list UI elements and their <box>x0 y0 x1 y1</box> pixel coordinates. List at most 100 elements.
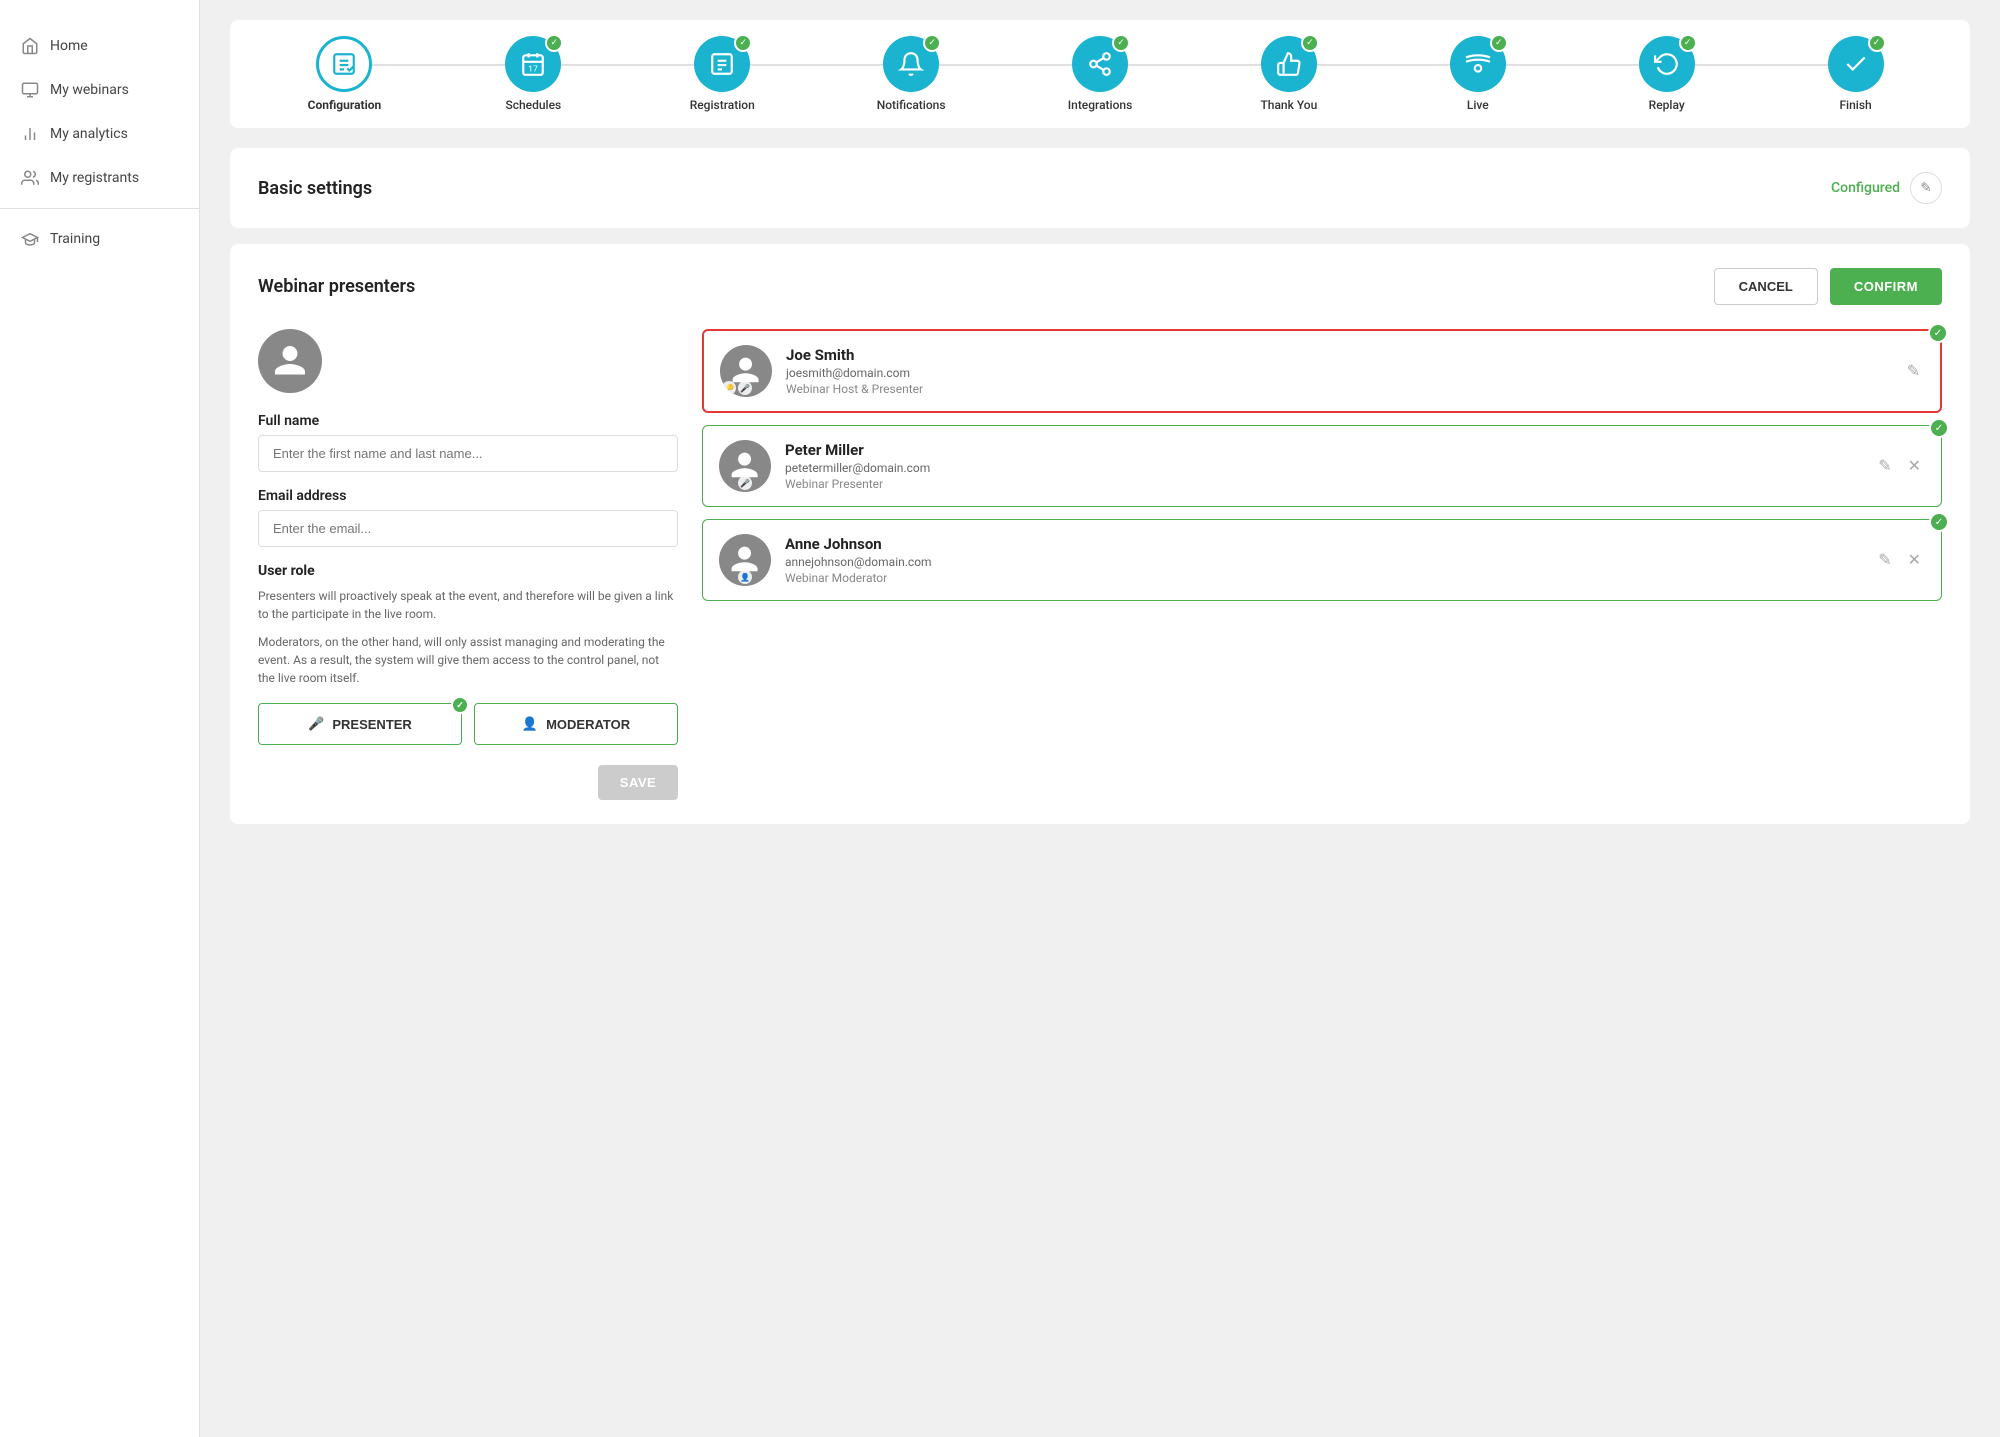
peter-info: Peter Miller petetermiller@domain.com We… <box>785 441 1860 491</box>
step-configuration[interactable]: Configuration <box>250 36 439 112</box>
presenter-role-button[interactable]: 🎤 PRESENTER ✓ <box>258 703 462 745</box>
role-buttons: 🎤 PRESENTER ✓ 👤 MODERATOR <box>258 703 678 745</box>
home-icon <box>20 36 40 56</box>
step-finish[interactable]: ✓ Finish <box>1761 36 1950 112</box>
step-replay[interactable]: ✓ Replay <box>1572 36 1761 112</box>
anne-remove-button[interactable]: ✕ <box>1904 546 1925 574</box>
step-check-schedules: ✓ <box>545 34 563 52</box>
basic-settings-edit-button[interactable]: ✎ <box>1910 172 1942 204</box>
step-live[interactable]: ✓ Live <box>1383 36 1572 112</box>
presenter-form: Full name Email address User role Presen… <box>258 329 678 800</box>
presenter-card-peter[interactable]: 🎤 Peter Miller petetermiller@domain.com … <box>702 425 1942 507</box>
sidebar-item-training[interactable]: Training <box>0 217 199 261</box>
step-circle-replay: ✓ <box>1639 36 1695 92</box>
presenter-btn-label: PRESENTER <box>332 717 411 732</box>
joe-actions: ✎ <box>1903 357 1924 385</box>
step-circle-integrations: ✓ <box>1072 36 1128 92</box>
sidebar-label-training: Training <box>50 231 100 247</box>
step-circle-registration: ✓ <box>694 36 750 92</box>
step-registration[interactable]: ✓ Registration <box>628 36 817 112</box>
email-input[interactable] <box>258 510 678 547</box>
peter-edit-button[interactable]: ✎ <box>1874 452 1895 480</box>
step-label-replay: Replay <box>1649 98 1685 112</box>
cancel-button[interactable]: CANCEL <box>1714 268 1818 305</box>
basic-settings-title: Basic settings <box>258 178 372 199</box>
anne-edit-button[interactable]: ✎ <box>1874 546 1895 574</box>
basic-settings-card: Basic settings Configured ✎ <box>230 148 1970 228</box>
step-label-notifications: Notifications <box>877 98 946 112</box>
step-schedules[interactable]: 17 ✓ Schedules <box>439 36 628 112</box>
full-name-label: Full name <box>258 413 678 429</box>
presenter-list: 🔑 🎤 Joe Smith joesmith@domain.com Webina… <box>702 329 1942 800</box>
presenter-card-anne[interactable]: 👤 Anne Johnson annejohnson@domain.com We… <box>702 519 1942 601</box>
analytics-icon <box>20 124 40 144</box>
user-role-title: User role <box>258 563 678 579</box>
configured-badge: Configured ✎ <box>1831 172 1942 204</box>
anne-info: Anne Johnson annejohnson@domain.com Webi… <box>785 535 1860 585</box>
sidebar-divider <box>0 208 199 209</box>
moderator-role-button[interactable]: 👤 MODERATOR <box>474 703 678 745</box>
step-circle-schedules: 17 ✓ <box>505 36 561 92</box>
user-role-group: User role Presenters will proactively sp… <box>258 563 678 687</box>
peter-avatar: 🎤 <box>719 440 771 492</box>
sidebar-label-home: Home <box>50 38 88 54</box>
webinar-presenters-card: Webinar presenters CANCEL CONFIRM Full n… <box>230 244 1970 824</box>
full-name-input[interactable] <box>258 435 678 472</box>
step-thankyou[interactable]: ✓ Thank You <box>1194 36 1383 112</box>
sidebar-label-analytics: My analytics <box>50 126 128 142</box>
presenter-header-actions: CANCEL CONFIRM <box>1714 268 1942 305</box>
user-role-desc2: Moderators, on the other hand, will only… <box>258 633 678 687</box>
joe-name: Joe Smith <box>786 346 1889 364</box>
sidebar-item-analytics[interactable]: My analytics <box>0 112 199 156</box>
sidebar: Home My webinars My analytics My registr… <box>0 0 200 1437</box>
person-icon: 👤 <box>522 716 538 732</box>
step-circle-configuration <box>316 36 372 92</box>
anne-actions: ✎ ✕ <box>1874 546 1925 574</box>
presenters-body: Full name Email address User role Presen… <box>258 329 1942 800</box>
step-check-finish: ✓ <box>1868 34 1886 52</box>
peter-name: Peter Miller <box>785 441 1860 459</box>
joe-card-check: ✓ <box>1928 323 1948 343</box>
registrants-icon <box>20 168 40 188</box>
step-label-live: Live <box>1467 98 1489 112</box>
peter-role: Webinar Presenter <box>785 477 1860 491</box>
steps-navigation: Configuration 17 ✓ Schedules ✓ Registrat… <box>230 20 1970 128</box>
joe-avatar: 🔑 🎤 <box>720 345 772 397</box>
microphone-icon: 🎤 <box>308 716 324 732</box>
joe-email: joesmith@domain.com <box>786 366 1889 380</box>
sidebar-item-home[interactable]: Home <box>0 24 199 68</box>
anne-avatar: 👤 <box>719 534 771 586</box>
joe-edit-button[interactable]: ✎ <box>1903 357 1924 385</box>
step-label-registration: Registration <box>690 98 755 112</box>
user-role-desc1: Presenters will proactively speak at the… <box>258 587 678 623</box>
webinars-icon <box>20 80 40 100</box>
form-avatar <box>258 329 322 393</box>
step-label-thankyou: Thank You <box>1260 98 1317 112</box>
confirm-button[interactable]: CONFIRM <box>1830 268 1942 305</box>
step-circle-live: ✓ <box>1450 36 1506 92</box>
form-avatar-area <box>258 329 678 393</box>
peter-actions: ✎ ✕ <box>1874 452 1925 480</box>
svg-text:17: 17 <box>528 65 538 75</box>
presenter-card-joe[interactable]: 🔑 🎤 Joe Smith joesmith@domain.com Webina… <box>702 329 1942 413</box>
sidebar-label-registrants: My registrants <box>50 170 139 186</box>
edit-pencil-icon: ✎ <box>1920 180 1931 196</box>
step-check-live: ✓ <box>1490 34 1508 52</box>
step-circle-finish: ✓ <box>1828 36 1884 92</box>
email-group: Email address <box>258 488 678 547</box>
peter-card-check: ✓ <box>1929 418 1949 438</box>
email-label: Email address <box>258 488 678 504</box>
main-content: Configuration 17 ✓ Schedules ✓ Registrat… <box>200 0 2000 1437</box>
anne-card-check: ✓ <box>1929 512 1949 532</box>
joe-info: Joe Smith joesmith@domain.com Webinar Ho… <box>786 346 1889 396</box>
step-notifications[interactable]: ✓ Notifications <box>817 36 1006 112</box>
sidebar-item-registrants[interactable]: My registrants <box>0 156 199 200</box>
peter-email: petetermiller@domain.com <box>785 461 1860 475</box>
save-button[interactable]: SAVE <box>598 765 678 800</box>
sidebar-item-webinars[interactable]: My webinars <box>0 68 199 112</box>
joe-role: Webinar Host & Presenter <box>786 382 1889 396</box>
peter-remove-button[interactable]: ✕ <box>1904 452 1925 480</box>
step-check-registration: ✓ <box>734 34 752 52</box>
step-integrations[interactable]: ✓ Integrations <box>1006 36 1195 112</box>
configured-status: Configured <box>1831 180 1900 196</box>
